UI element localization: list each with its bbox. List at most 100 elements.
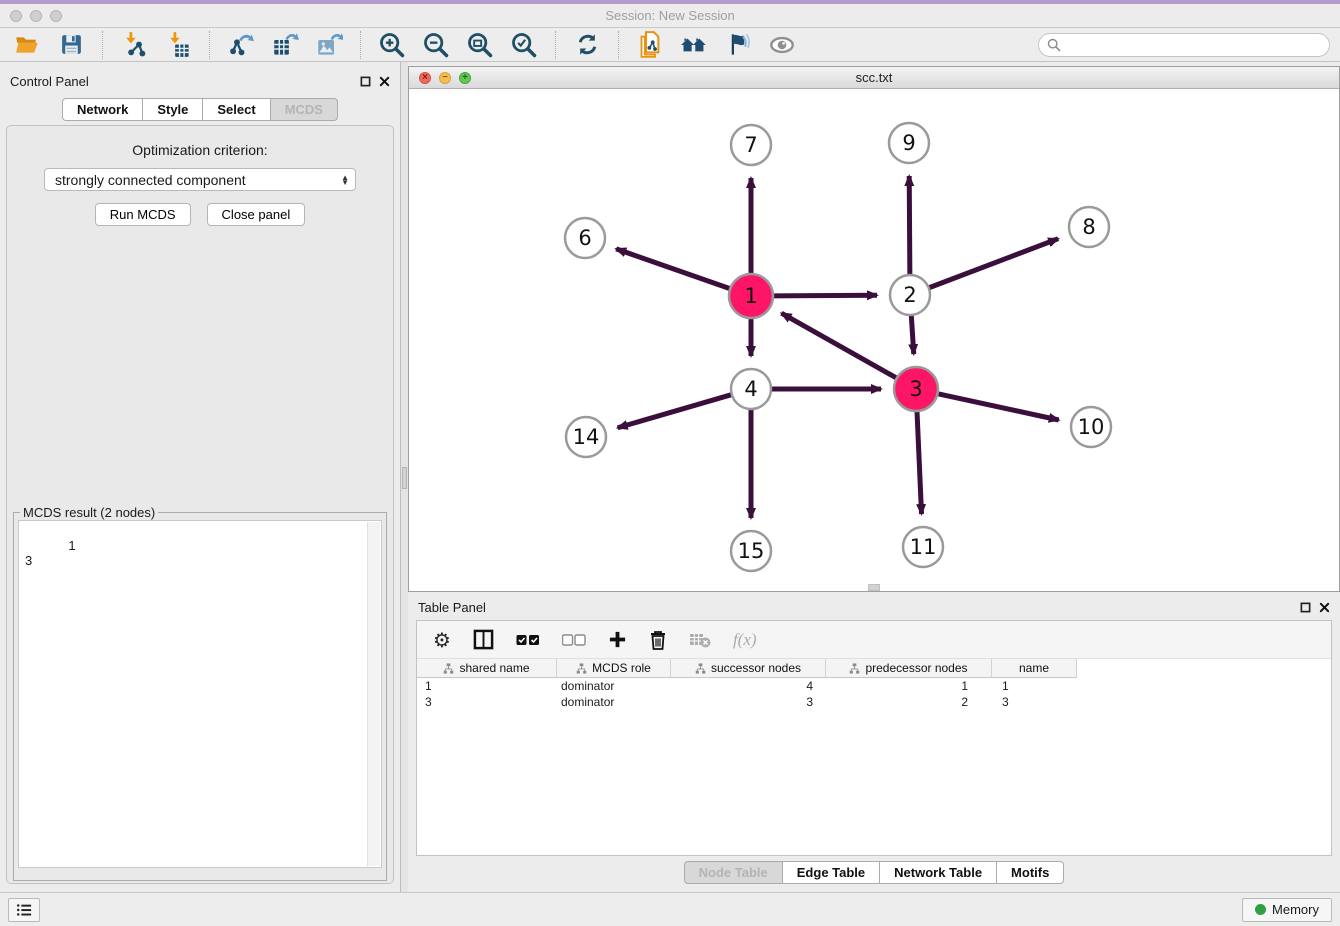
delete-table-icon[interactable] [689,632,711,648]
hierarchy-icon [576,663,587,674]
zoom-fit-icon[interactable] [465,30,495,60]
table-cell[interactable]: 4 [671,679,826,693]
tab-mcds[interactable]: MCDS [271,98,338,121]
network-canvas[interactable]: 7968124314101511 [409,89,1339,591]
memory-button[interactable]: Memory [1242,898,1332,922]
select-all-checkboxes-icon[interactable] [516,634,540,646]
eye-icon[interactable] [767,30,797,60]
import-table-icon[interactable] [163,30,193,60]
close-table-panel-icon[interactable] [1319,602,1330,613]
float-panel-icon[interactable] [360,76,371,87]
table-settings-icon[interactable]: ⚙ [433,628,451,652]
table-cell[interactable]: 3 [417,695,557,709]
graph-node-label: 2 [903,283,916,307]
toolbar-separator [555,31,556,59]
deselect-all-checkboxes-icon[interactable] [562,634,586,646]
table-panel-title: Table Panel [418,600,486,615]
home-icon[interactable] [679,30,709,60]
export-image-icon[interactable] [314,30,344,60]
function-builder-icon[interactable]: f(x) [733,630,757,650]
toolbar-separator [209,31,210,59]
graph-node-label: 7 [744,133,757,157]
graph-edge-2-8[interactable] [929,239,1058,288]
tab-select[interactable]: Select [203,98,270,121]
hide-flag-icon[interactable] [723,30,753,60]
graph-node-label: 15 [738,539,765,563]
search-field[interactable] [1038,33,1330,57]
graph-edge-2-3[interactable] [911,315,913,354]
delete-column-icon[interactable] [649,630,667,650]
graph-node-label: 11 [910,535,937,559]
result-scrollbar[interactable] [367,522,380,866]
control-panel: Control Panel NetworkStyleSelectMCDS Opt… [0,62,400,892]
tab-style[interactable]: Style [143,98,203,121]
column-selector-icon[interactable] [473,629,494,650]
open-sample-session-icon[interactable] [635,30,665,60]
close-panel-button[interactable]: Close panel [207,203,306,226]
task-history-button[interactable] [8,898,40,922]
float-table-panel-icon[interactable] [1300,602,1311,613]
graph-edge-1-6[interactable] [616,249,730,289]
refresh-icon[interactable] [572,30,602,60]
graph-node-label: 10 [1078,415,1105,439]
graph-edge-3-1[interactable] [781,313,896,378]
dropdown-spinner-icon: ▲▼ [341,175,349,185]
mcds-result-textarea[interactable]: 1 3 [18,520,382,868]
table-cell[interactable]: 1 [417,679,557,693]
table-cell[interactable]: 1 [992,679,1077,693]
graph-edge-1-2[interactable] [773,295,877,296]
toolbar-separator [102,31,103,59]
criterion-dropdown[interactable]: strongly connected component ▲▼ [44,168,356,191]
table-cell[interactable]: 1 [826,679,992,693]
node-table-content: ⚙ [416,620,1332,856]
table-panel: Table Panel ⚙ [408,596,1340,888]
table-row[interactable]: 1dominator411 [417,678,1331,694]
import-network-icon[interactable] [119,30,149,60]
column-header-mcds-role[interactable]: MCDS role [557,659,671,678]
run-mcds-button[interactable]: Run MCDS [95,203,191,226]
close-panel-icon[interactable] [379,76,390,87]
tab-motifs[interactable]: Motifs [997,861,1064,884]
panel-splitter[interactable] [400,62,408,892]
table-cell[interactable]: dominator [557,679,671,693]
criterion-value: strongly connected component [55,172,246,188]
memory-status-icon [1255,904,1266,915]
add-column-icon[interactable] [608,630,627,649]
tab-edge-table[interactable]: Edge Table [783,861,880,884]
main-titlebar[interactable]: Session: New Session [0,4,1340,28]
table-cell[interactable]: dominator [557,695,671,709]
column-header-predecessor-nodes[interactable]: predecessor nodes [826,659,992,678]
tab-network[interactable]: Network [62,98,143,121]
network-resize-grip[interactable] [868,584,880,591]
table-toolbar: ⚙ [417,621,1331,659]
zoom-in-icon[interactable] [377,30,407,60]
hierarchy-icon [443,663,454,674]
graph-node-label: 1 [744,284,757,308]
zoom-selected-icon[interactable] [509,30,539,60]
graph-edge-3-11[interactable] [917,411,922,514]
export-table-icon[interactable] [270,30,300,60]
table-cell[interactable]: 3 [671,695,826,709]
column-header-name[interactable]: name [992,659,1077,678]
splitter-grip[interactable] [402,467,407,489]
search-input[interactable] [1067,37,1321,52]
column-header-successor-nodes[interactable]: successor nodes [671,659,826,678]
network-window-titlebar[interactable]: × − + scc.txt [409,67,1339,89]
tab-node-table[interactable]: Node Table [684,861,783,884]
graph-edge-2-9[interactable] [909,176,910,275]
table-row[interactable]: 3dominator323 [417,694,1331,710]
export-network-icon[interactable] [226,30,256,60]
column-header-shared-name[interactable]: shared name [417,659,557,678]
zoom-out-icon[interactable] [421,30,451,60]
save-session-icon[interactable] [56,30,86,60]
open-session-icon[interactable] [12,30,42,60]
table-cell[interactable]: 3 [992,695,1077,709]
table-cell[interactable]: 2 [826,695,992,709]
mcds-result-group: MCDS result (2 nodes) 1 3 [13,505,387,881]
graph-edge-4-14[interactable] [618,395,732,428]
application-window: Session: New Session [0,0,1340,926]
tab-network-table[interactable]: Network Table [880,861,997,884]
graph-edge-3-10[interactable] [937,394,1058,420]
control-panel-title: Control Panel [10,74,89,89]
mcds-tab-content: Optimization criterion: strongly connect… [6,125,394,884]
